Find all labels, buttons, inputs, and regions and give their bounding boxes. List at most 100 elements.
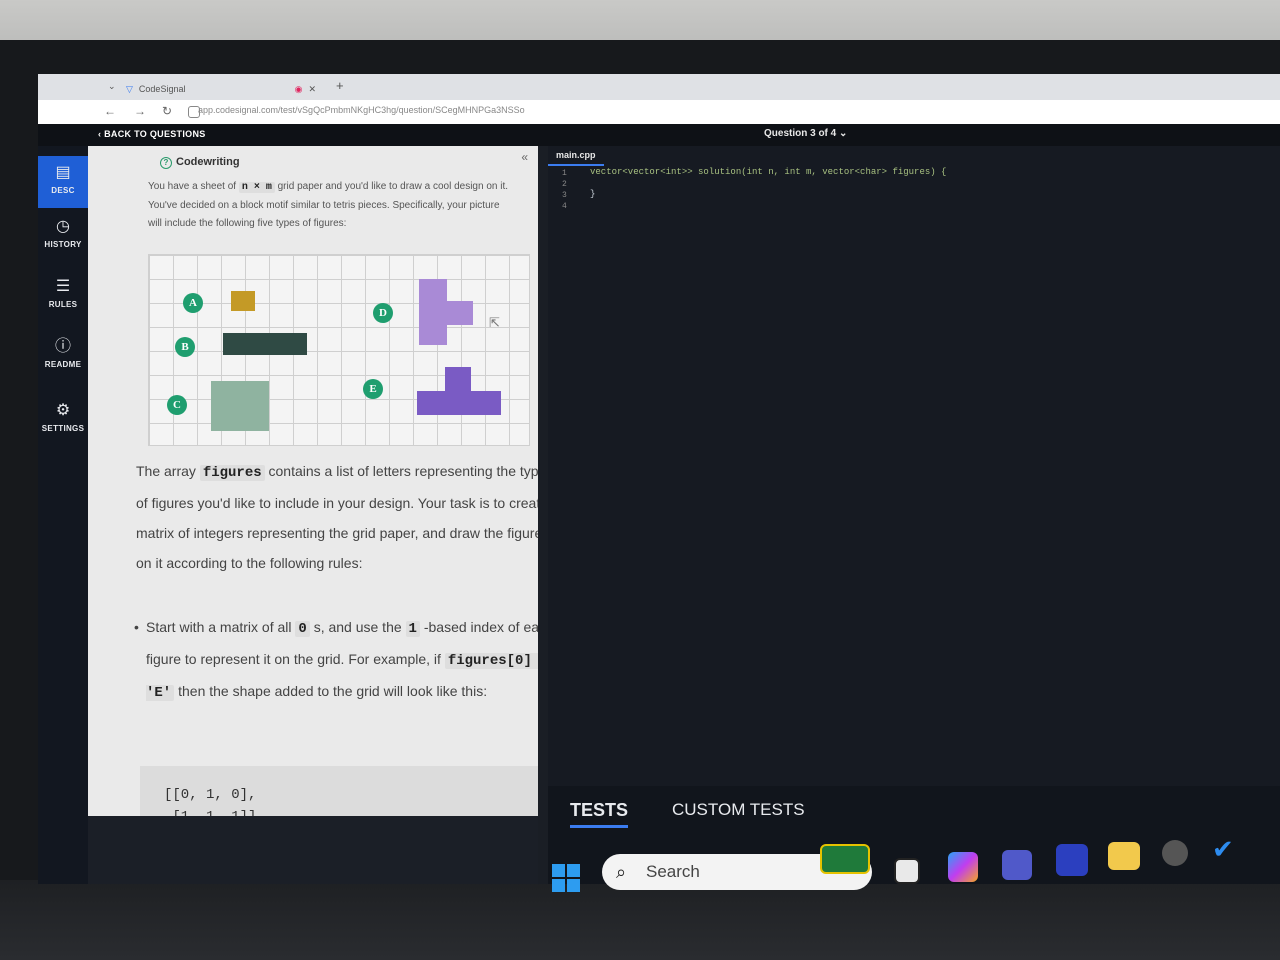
start-logo-tile <box>552 879 565 892</box>
url-field[interactable]: app.codesignal.com/test/vSgQcPmbmNKgHC3h… <box>198 105 525 115</box>
file-tab-main-cpp[interactable]: main.cpp <box>548 146 604 166</box>
description-panel: « ? Codewriting You have a sheet of n × m… <box>88 146 538 816</box>
browser-address-bar: ← → ↻ app.codesignal.com/test/vSgQcPmbmN… <box>38 100 1280 125</box>
mouse-cursor-icon: ⇱ <box>489 315 500 330</box>
figure-e-shape-top <box>445 367 471 391</box>
figure-badge-a: A <box>183 293 203 313</box>
figure-c-shape <box>211 381 269 431</box>
sidebar-item-label: DESC <box>51 186 75 195</box>
monitor-bezel-bottom <box>0 880 1280 960</box>
document-icon: ▤ <box>55 164 71 181</box>
sidebar-item-desc[interactable]: ▤ DESC <box>38 156 88 208</box>
one-code: 1 <box>405 621 420 637</box>
bullet-dot: • <box>134 619 139 635</box>
task-view-icon[interactable] <box>894 858 920 884</box>
figures-paragraph: The array figures contains a list of let… <box>136 456 538 578</box>
sidebar-item-history[interactable]: ◷ HISTORY <box>38 210 88 262</box>
clock-icon: ◷ <box>56 218 70 235</box>
question-selector[interactable]: Question 3 of 4 ⌄ <box>764 128 847 139</box>
search-placeholder: Search <box>646 862 700 881</box>
browser-tab[interactable]: ▽ CodeSignal ◉ ✕ <box>126 80 316 98</box>
example-code-line: [[0, 1, 0], <box>164 787 257 803</box>
figures-text-2: contains a list of letters representing … <box>136 463 538 571</box>
intro-text-1: You have a sheet of <box>148 181 237 192</box>
question-type-label: Codewriting <box>176 156 240 168</box>
collapse-panel-icon[interactable]: « <box>521 150 528 164</box>
ide-app-icon[interactable] <box>1056 844 1088 876</box>
question-counter: Question 3 of 4 <box>764 128 837 139</box>
windows-start-icon[interactable] <box>552 864 580 892</box>
tab-list-chevron-icon[interactable]: ⌄ <box>108 81 116 92</box>
screen: ⌄ ▽ CodeSignal ◉ ✕ + ← → ↻ app.codesigna… <box>38 74 1280 884</box>
forward-arrow-icon[interactable]: → <box>134 104 146 118</box>
copilot-icon[interactable] <box>948 852 978 882</box>
line-number-gutter: 1 2 3 4 <box>562 168 567 212</box>
rule-text-2: s, and use the <box>313 619 402 635</box>
figure-a-shape <box>231 291 255 311</box>
pane-resize-handle[interactable] <box>538 146 548 884</box>
tab-tests[interactable]: TESTS <box>570 800 629 828</box>
new-tab-icon[interactable]: + <box>336 78 344 93</box>
app-header: ‹ BACK TO QUESTIONS Question 3 of 4 ⌄ <box>38 124 1280 146</box>
figure-d-shape <box>419 279 447 345</box>
rule-bullet-1: • Start with a matrix of all 0 s, and us… <box>134 612 538 708</box>
line-number: 2 <box>562 180 567 189</box>
figures-code: figures <box>199 465 265 481</box>
start-logo-tile <box>567 864 580 877</box>
search-icon: ⌕ <box>616 862 627 882</box>
list-icon: ☰ <box>55 278 71 295</box>
sidebar-item-label: RULES <box>48 300 78 309</box>
example-code-line: [1, 1, 1]] <box>164 806 536 816</box>
rule-text-1: Start with a matrix of all <box>146 619 292 635</box>
sidebar-item-label: SETTINGS <box>41 424 85 433</box>
file-explorer-icon[interactable] <box>1108 842 1140 870</box>
line-number: 3 <box>562 191 567 200</box>
sidebar-item-rules[interactable]: ☰ RULES <box>38 270 88 322</box>
question-type-title: ? Codewriting <box>160 156 240 169</box>
codesignal-favicon-icon: ▽ <box>126 83 133 94</box>
teams-icon[interactable] <box>1002 850 1032 880</box>
line-number: 4 <box>562 202 567 211</box>
code-line-1[interactable]: vector<vector<int>> solution(int n, int … <box>590 167 946 177</box>
code-editor[interactable]: main.cpp 1 2 3 4 vector<vector<int>> sol… <box>548 146 1280 786</box>
zero-code: 0 <box>295 621 310 637</box>
info-icon: ⓘ <box>54 338 71 355</box>
browser-tab-title: CodeSignal <box>138 84 186 94</box>
sidebar-item-label: README <box>44 360 82 369</box>
figures-text-1: The array <box>136 463 196 479</box>
start-logo-tile <box>567 879 580 892</box>
sidebar-item-readme[interactable]: ⓘ README <box>38 330 88 382</box>
back-to-questions-label: BACK TO QUESTIONS <box>104 129 206 139</box>
figure-d-shape-arm <box>447 301 473 325</box>
close-tab-icon[interactable]: ✕ <box>308 84 316 95</box>
intro-paragraph: You have a sheet of n × m grid paper and… <box>148 178 508 233</box>
gear-icon: ⚙ <box>55 402 71 419</box>
example-code-block: [[0, 1, 0], [1, 1, 1]] <box>140 766 538 816</box>
figure-badge-c: C <box>167 395 187 415</box>
sidebar: ▤ DESC ◷ HISTORY ☰ RULES ⓘ README ⚙ SETT… <box>38 146 88 884</box>
sidebar-item-label: HISTORY <box>44 240 82 249</box>
windows-taskbar: ⌕ Search ✔ <box>500 836 1280 892</box>
recording-icon: ◉ <box>294 83 303 94</box>
back-arrow-icon[interactable]: ← <box>104 104 116 118</box>
tab-custom-tests[interactable]: CUSTOM TESTS <box>672 800 805 820</box>
line-number: 1 <box>562 169 567 178</box>
reload-icon[interactable]: ↻ <box>162 104 172 118</box>
chevron-down-icon: ⌄ <box>839 128 848 139</box>
rule-text-4: then the shape added to the grid will lo… <box>178 683 488 699</box>
question-icon: ? <box>160 157 172 169</box>
code-line-3[interactable]: } <box>590 189 595 199</box>
browser-tab-bar: ⌄ ▽ CodeSignal ◉ ✕ + <box>38 74 1280 100</box>
grid-size-code: n × m <box>238 182 275 193</box>
app-shield-icon[interactable] <box>1162 840 1188 866</box>
figure-b-shape <box>223 333 307 355</box>
figures-illustration: A B C D ⇱ E <box>148 254 530 446</box>
start-logo-tile <box>552 864 565 877</box>
figure-badge-d: D <box>373 303 393 323</box>
back-to-questions-link[interactable]: ‹ BACK TO QUESTIONS <box>98 129 206 139</box>
checkmark-app-icon[interactable]: ✔ <box>1212 836 1240 862</box>
figure-badge-b: B <box>175 337 195 357</box>
figure-e-shape-base <box>417 391 501 415</box>
chalkboard-app-icon[interactable] <box>820 844 870 874</box>
sidebar-item-settings[interactable]: ⚙ SETTINGS <box>38 394 88 446</box>
